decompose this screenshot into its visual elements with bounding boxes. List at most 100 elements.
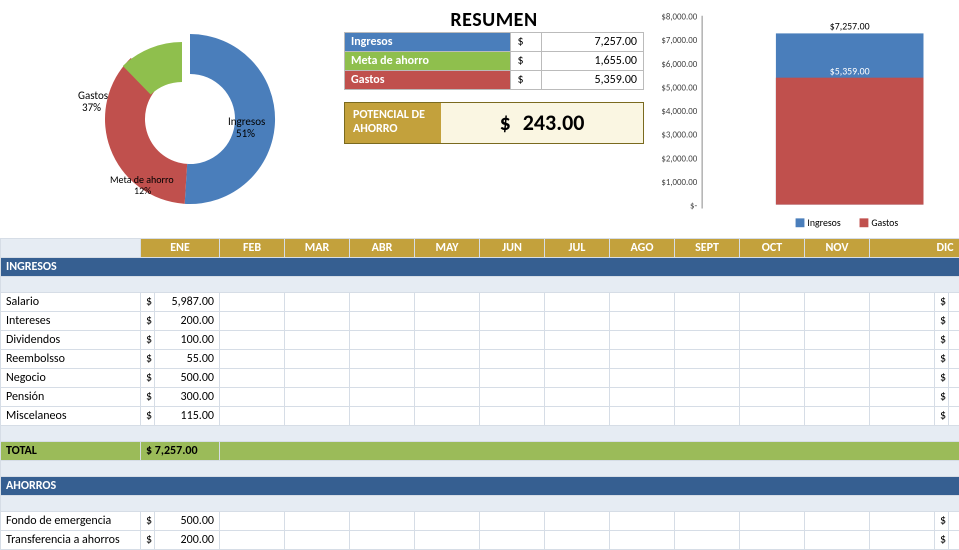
cell[interactable]	[610, 369, 675, 388]
cell[interactable]	[870, 369, 935, 388]
cell[interactable]	[675, 369, 740, 388]
cell[interactable]	[740, 388, 805, 407]
cell[interactable]	[740, 312, 805, 331]
currency[interactable]: $	[141, 331, 155, 350]
cell[interactable]	[285, 331, 350, 350]
cell[interactable]: 300.00	[155, 388, 220, 407]
cell[interactable]	[870, 407, 935, 426]
currency[interactable]: $	[141, 369, 155, 388]
cell[interactable]	[285, 388, 350, 407]
cell[interactable]	[545, 312, 610, 331]
cell[interactable]	[805, 293, 870, 312]
cell[interactable]	[480, 388, 545, 407]
cell[interactable]	[350, 312, 415, 331]
cell[interactable]	[480, 293, 545, 312]
cell[interactable]	[545, 350, 610, 369]
cell[interactable]	[805, 312, 870, 331]
currency[interactable]: $	[141, 531, 155, 550]
cell[interactable]	[545, 531, 610, 550]
cell[interactable]	[480, 350, 545, 369]
cell[interactable]	[285, 350, 350, 369]
cell[interactable]	[610, 293, 675, 312]
cell[interactable]: 115.00	[155, 407, 220, 426]
cell[interactable]	[870, 512, 935, 531]
currency[interactable]: $	[141, 293, 155, 312]
cell[interactable]	[220, 512, 285, 531]
cell[interactable]	[740, 531, 805, 550]
cell[interactable]	[675, 350, 740, 369]
cell[interactable]	[805, 369, 870, 388]
cell[interactable]	[610, 512, 675, 531]
cell[interactable]: 5,987.00	[155, 293, 220, 312]
cell[interactable]	[285, 531, 350, 550]
currency[interactable]: $	[141, 312, 155, 331]
cell[interactable]	[480, 512, 545, 531]
cell[interactable]	[415, 388, 480, 407]
cell[interactable]	[220, 369, 285, 388]
cell[interactable]	[805, 531, 870, 550]
cell[interactable]	[545, 369, 610, 388]
cell[interactable]	[740, 350, 805, 369]
cell[interactable]	[480, 331, 545, 350]
cell[interactable]	[220, 331, 285, 350]
cell[interactable]: 500.00	[155, 512, 220, 531]
cell[interactable]	[675, 312, 740, 331]
cell[interactable]	[220, 350, 285, 369]
cell[interactable]	[415, 350, 480, 369]
cell[interactable]	[415, 293, 480, 312]
currency[interactable]: $	[141, 512, 155, 531]
cell[interactable]	[805, 407, 870, 426]
cell[interactable]	[415, 369, 480, 388]
cell[interactable]	[805, 388, 870, 407]
cell[interactable]	[285, 407, 350, 426]
cell[interactable]	[870, 350, 935, 369]
cell[interactable]	[675, 331, 740, 350]
cell[interactable]	[870, 531, 935, 550]
cell[interactable]	[285, 512, 350, 531]
cell[interactable]	[610, 350, 675, 369]
currency[interactable]: $	[141, 407, 155, 426]
currency[interactable]: $	[141, 350, 155, 369]
cell[interactable]	[545, 407, 610, 426]
cell[interactable]	[740, 369, 805, 388]
cell[interactable]: 55.00	[155, 350, 220, 369]
cell[interactable]	[415, 312, 480, 331]
cell[interactable]	[545, 331, 610, 350]
cell[interactable]	[415, 331, 480, 350]
cell[interactable]	[675, 293, 740, 312]
cell[interactable]	[545, 293, 610, 312]
cell[interactable]	[675, 407, 740, 426]
cell[interactable]: 200.00	[155, 531, 220, 550]
cell[interactable]	[350, 331, 415, 350]
cell[interactable]	[480, 407, 545, 426]
cell[interactable]	[220, 388, 285, 407]
cell[interactable]	[610, 331, 675, 350]
cell[interactable]	[480, 312, 545, 331]
cell[interactable]	[740, 293, 805, 312]
cell[interactable]	[740, 331, 805, 350]
cell[interactable]	[220, 293, 285, 312]
cell[interactable]	[870, 293, 935, 312]
cell[interactable]	[285, 369, 350, 388]
cell[interactable]	[480, 369, 545, 388]
cell[interactable]: 100.00	[155, 331, 220, 350]
cell[interactable]: 500.00	[155, 369, 220, 388]
cell[interactable]	[870, 331, 935, 350]
cell[interactable]	[545, 388, 610, 407]
cell[interactable]	[675, 512, 740, 531]
cell[interactable]	[675, 388, 740, 407]
cell[interactable]	[610, 312, 675, 331]
cell[interactable]	[350, 531, 415, 550]
cell[interactable]	[870, 312, 935, 331]
cell[interactable]	[610, 407, 675, 426]
cell[interactable]	[350, 293, 415, 312]
cell[interactable]	[285, 312, 350, 331]
cell[interactable]	[805, 512, 870, 531]
cell[interactable]	[415, 531, 480, 550]
cell[interactable]	[545, 512, 610, 531]
cell[interactable]	[805, 350, 870, 369]
cell[interactable]	[415, 407, 480, 426]
cell[interactable]	[740, 512, 805, 531]
cell[interactable]	[285, 293, 350, 312]
currency[interactable]: $	[141, 388, 155, 407]
